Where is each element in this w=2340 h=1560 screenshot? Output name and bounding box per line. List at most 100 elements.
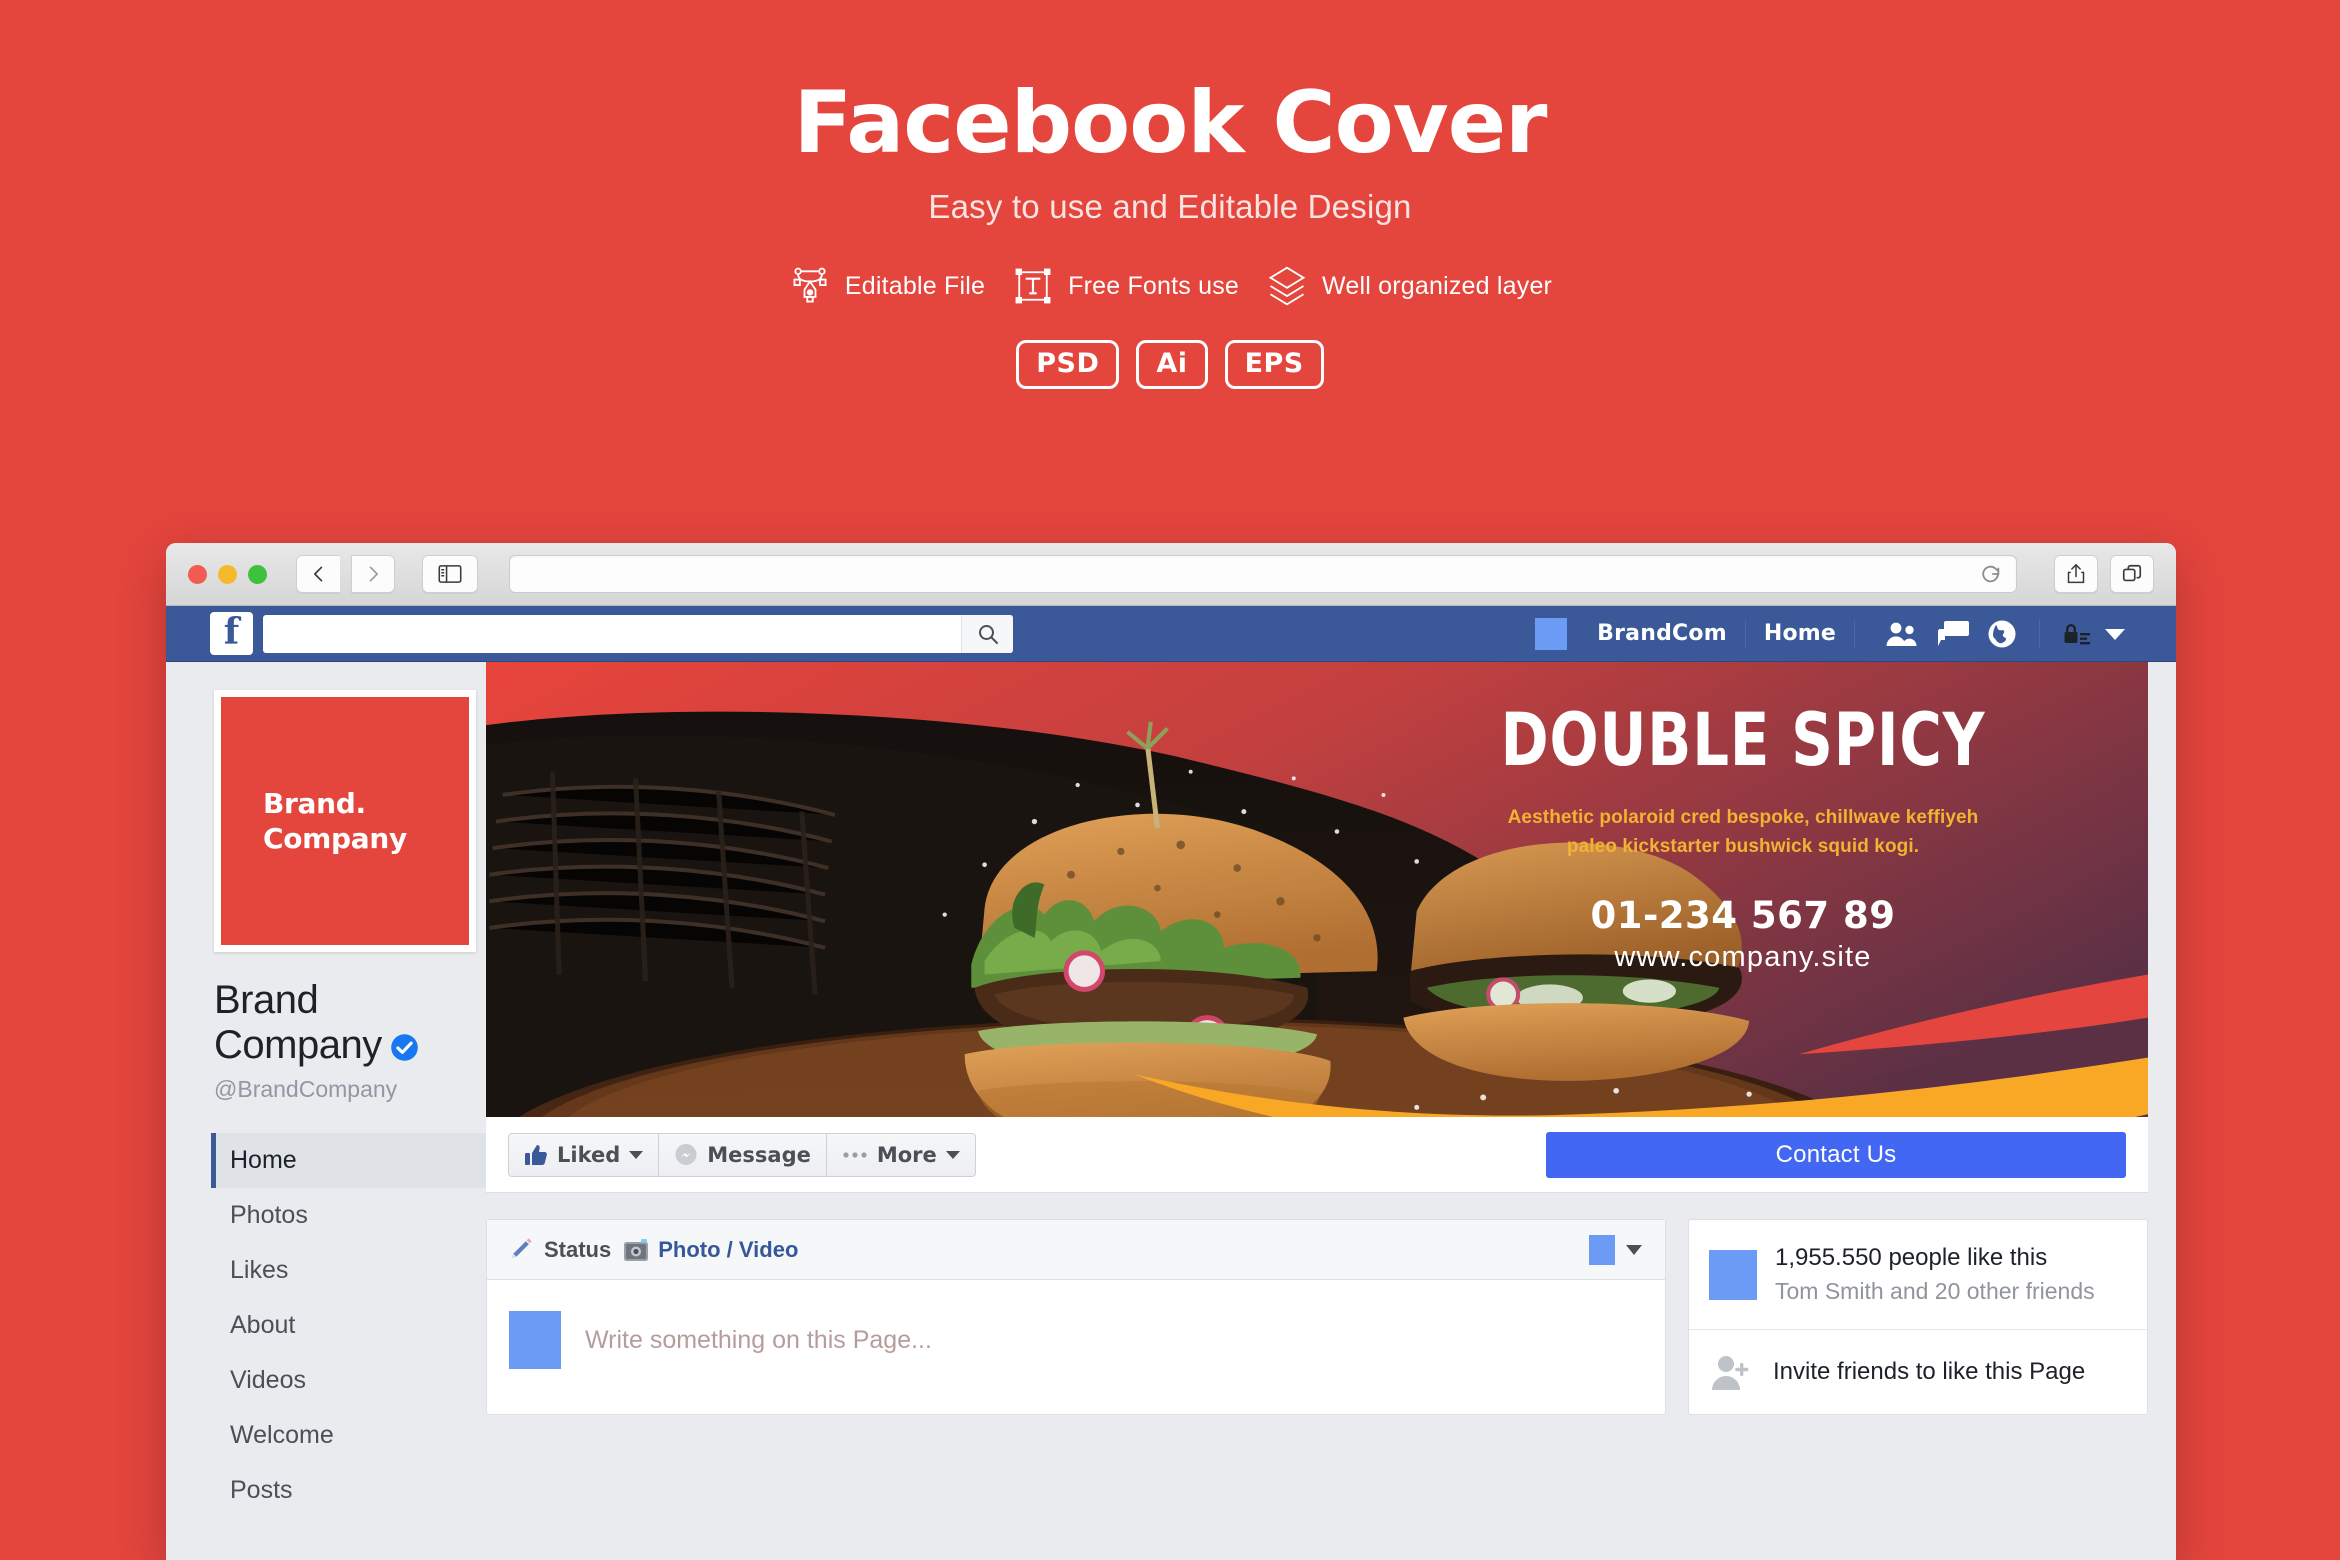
- message-button[interactable]: Message: [658, 1132, 826, 1177]
- sidebar-item-welcome[interactable]: Welcome: [211, 1408, 506, 1463]
- page-button-group: Liked Message More: [508, 1132, 976, 1177]
- feature-list: Editable File Free Fonts use Well organi…: [0, 264, 2340, 308]
- contact-us-button[interactable]: Contact Us: [1546, 1131, 2126, 1178]
- likes-text-block: 1,955.550 people like this Tom Smith and…: [1775, 1242, 2095, 1307]
- more-label: More: [876, 1142, 937, 1167]
- feature-label: Editable File: [844, 271, 986, 300]
- facebook-logo-icon[interactable]: f: [210, 612, 253, 655]
- sidebar-item-likes[interactable]: Likes: [211, 1243, 506, 1298]
- page-name: Brand Company: [214, 978, 459, 1068]
- chevron-right-icon: [369, 566, 378, 582]
- feature-free-fonts: Free Fonts use: [1011, 264, 1239, 308]
- back-button[interactable]: [296, 555, 340, 593]
- close-button[interactable]: [188, 564, 207, 584]
- avatar: [509, 1311, 561, 1369]
- address-bar[interactable]: [509, 555, 2017, 593]
- profile-logo-line2: Company: [263, 822, 407, 855]
- notifications-globe-icon[interactable]: [1987, 619, 2017, 649]
- liked-label: Liked: [557, 1142, 621, 1167]
- page-lower-section: Status Photo / Video Write something on …: [486, 1193, 2148, 1416]
- page-thumb-icon[interactable]: [1535, 617, 1568, 650]
- cover-phone: 01-234 567 89: [1590, 893, 1896, 937]
- cover-photo[interactable]: DOUBLE SPICY Aesthetic polaroid cred bes…: [486, 662, 2148, 1117]
- facebook-page-body: Brand. Company Brand Company @BrandCompa…: [166, 662, 2176, 1560]
- facebook-navbar: f BrandCom Home: [166, 606, 2176, 662]
- browser-toolbar: [166, 543, 2176, 606]
- minimize-button[interactable]: [218, 564, 237, 584]
- sidebar-nav: Home Photos Likes About Videos Welcome P…: [211, 1132, 506, 1518]
- pen-tool-icon: [788, 264, 832, 308]
- badge-ai: Ai: [1136, 340, 1208, 390]
- page-handle: @BrandCompany: [214, 1075, 398, 1102]
- sidebar-item-posts[interactable]: Posts: [211, 1463, 506, 1518]
- composer-audience[interactable]: [1589, 1234, 1643, 1265]
- messages-icon[interactable]: [1937, 620, 1969, 648]
- sidebar-item-videos[interactable]: Videos: [211, 1353, 506, 1408]
- search-input[interactable]: [263, 614, 961, 653]
- thumbs-up-icon: [525, 1144, 547, 1165]
- show-tabs-button[interactable]: [2110, 555, 2154, 593]
- invite-friends-label: Invite friends to like this Page: [1773, 1358, 2086, 1386]
- page-subtitle: Easy to use and Editable Design: [928, 188, 1412, 226]
- cover-description-line2: paleo kickstarter bushwick squid kogi.: [1566, 836, 1920, 858]
- friend-requests-icon[interactable]: [1885, 621, 1919, 647]
- file-format-badges: PSD Ai EPS: [0, 340, 2340, 390]
- composer-input[interactable]: Write something on this Page...: [585, 1326, 932, 1355]
- audience-thumb-icon[interactable]: [1589, 1234, 1615, 1265]
- page-name-line1: Brand: [214, 978, 319, 1022]
- sidebar-item-about[interactable]: About: [211, 1298, 506, 1353]
- search-icon: [978, 624, 998, 644]
- facebook-nav-right: BrandCom Home: [1535, 617, 2152, 650]
- likes-thumb-icon: [1709, 1249, 1757, 1300]
- sidebar-item-photos[interactable]: Photos: [211, 1188, 506, 1243]
- tab-photo-video[interactable]: Photo / Video: [623, 1237, 798, 1263]
- feature-editable-file: Editable File: [788, 264, 985, 308]
- privacy-lock-icon[interactable]: [2062, 621, 2090, 647]
- chevron-down-icon[interactable]: [1625, 1244, 1643, 1256]
- facebook-account-controls: [2040, 621, 2126, 647]
- feature-organized-layers: Well organized layer: [1265, 264, 1552, 308]
- reload-icon[interactable]: [1980, 563, 2002, 585]
- cover-description: Aesthetic polaroid cred bespoke, chillwa…: [1393, 803, 2093, 862]
- page-name-line2: Company: [214, 1022, 382, 1067]
- cover-text-block: DOUBLE SPICY Aesthetic polaroid cred bes…: [1393, 704, 2093, 974]
- status-composer: Status Photo / Video Write something on …: [486, 1219, 1666, 1416]
- cover-headline: DOUBLE SPICY: [1500, 698, 1986, 783]
- composer-body[interactable]: Write something on this Page...: [487, 1280, 1665, 1400]
- more-button[interactable]: More: [825, 1132, 976, 1177]
- text-frame-icon: [1011, 264, 1055, 308]
- share-icon: [2067, 564, 2085, 584]
- show-tabs-icon: [2122, 564, 2142, 582]
- share-button[interactable]: [2054, 555, 2098, 593]
- tab-photo-label: Photo / Video: [658, 1236, 799, 1262]
- messenger-icon: [675, 1143, 697, 1165]
- chevron-down-icon[interactable]: [629, 1150, 644, 1159]
- page-sidebar: Brand. Company Brand Company @BrandCompa…: [166, 662, 506, 1560]
- profile-logo-line1: Brand.: [263, 787, 366, 820]
- tab-status[interactable]: Status: [509, 1237, 611, 1263]
- profile-picture[interactable]: Brand. Company: [214, 690, 476, 952]
- likes-row: 1,955.550 people like this Tom Smith and…: [1689, 1220, 2147, 1329]
- promo-header: Facebook Cover Easy to use and Editable …: [0, 0, 2340, 390]
- facebook-search[interactable]: [263, 614, 1013, 653]
- camera-icon: [624, 1238, 649, 1261]
- nav-home-link[interactable]: Home: [1746, 621, 1854, 646]
- badge-eps: EPS: [1224, 340, 1324, 390]
- liked-button[interactable]: Liked: [508, 1132, 659, 1177]
- search-button[interactable]: [961, 614, 1013, 653]
- chevron-down-icon[interactable]: [945, 1150, 960, 1159]
- sidebar-item-home[interactable]: Home: [211, 1132, 506, 1188]
- sidebar-toggle-button[interactable]: [422, 555, 478, 593]
- verified-badge-icon: [390, 1033, 418, 1061]
- likes-friends: Tom Smith and 20 other friends: [1775, 1278, 2095, 1305]
- likes-count: 1,955.550 people like this: [1775, 1244, 2048, 1271]
- pencil-icon: [512, 1237, 532, 1258]
- page-title: Facebook Cover: [793, 73, 1548, 173]
- forward-button[interactable]: [351, 555, 395, 593]
- invite-friends-row[interactable]: Invite friends to like this Page: [1689, 1330, 2147, 1414]
- chevron-down-icon[interactable]: [2104, 627, 2126, 641]
- nav-page-name[interactable]: BrandCom: [1579, 621, 1745, 646]
- feature-label: Well organized layer: [1322, 271, 1553, 300]
- zoom-button[interactable]: [248, 564, 267, 584]
- window-controls[interactable]: [188, 564, 267, 584]
